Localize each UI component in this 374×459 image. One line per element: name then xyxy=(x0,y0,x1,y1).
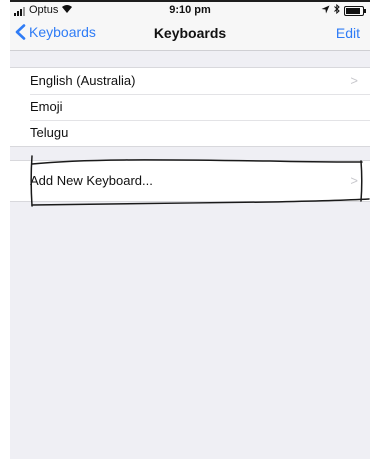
handwritten-highlight xyxy=(30,155,370,207)
phone-screen: Optus 9:10 pm Keyboards Keyboards Edit E… xyxy=(10,0,370,459)
keyboard-item-label: English (Australia) xyxy=(30,73,136,88)
edit-button[interactable]: Edit xyxy=(336,25,360,41)
location-icon xyxy=(321,5,330,17)
status-time: 9:10 pm xyxy=(169,4,211,16)
keyboard-item-english-australia[interactable]: English (Australia) > xyxy=(10,68,370,94)
keyboard-item-telugu[interactable]: Telugu xyxy=(10,120,370,146)
chevron-right-icon: > xyxy=(350,73,358,88)
status-right xyxy=(321,3,366,17)
battery-icon xyxy=(344,5,366,16)
screen: Optus 9:10 pm Keyboards Keyboards Edit E… xyxy=(0,0,374,459)
keyboards-list: English (Australia) > Emoji Telugu xyxy=(10,67,370,147)
navigation-bar: Keyboards Keyboards Edit xyxy=(10,18,370,51)
status-bar: Optus 9:10 pm xyxy=(10,2,370,18)
page-title: Keyboards xyxy=(153,25,227,41)
bluetooth-icon xyxy=(334,3,340,17)
keyboard-item-label: Telugu xyxy=(30,125,69,140)
keyboard-item-label: Emoji xyxy=(30,99,63,114)
keyboard-item-emoji[interactable]: Emoji xyxy=(10,94,370,120)
